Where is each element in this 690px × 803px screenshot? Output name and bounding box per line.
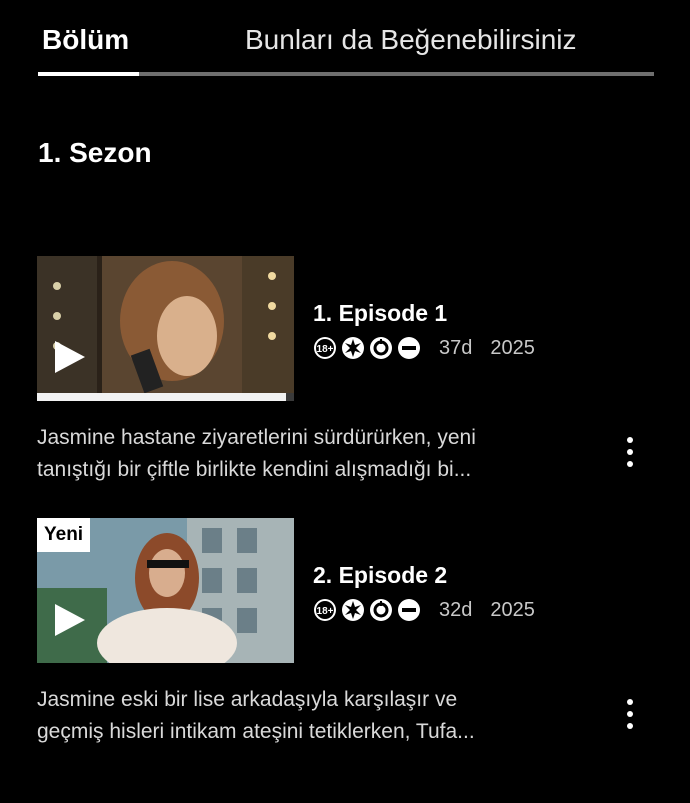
watch-progress-bar [37, 393, 294, 401]
age-rating-label: 18+ [317, 606, 334, 617]
play-icon[interactable] [51, 339, 87, 375]
age-18-icon: 18+ [314, 337, 336, 359]
dot [627, 449, 633, 455]
violence-icon [342, 599, 364, 621]
dot [627, 437, 633, 443]
synopsis-line: geçmiş hisleri intikam ateşini tetiklerk… [37, 720, 475, 743]
tab-recommendations[interactable]: Bunları da Beğenebilirsiniz [245, 22, 577, 58]
episode-year: 2025 [490, 598, 535, 621]
more-options-button[interactable] [612, 692, 648, 736]
synopsis-line: Jasmine hastane ziyaretlerini sürdürürke… [37, 426, 476, 449]
tab-episodes[interactable]: Bölüm [42, 22, 129, 58]
synopsis-line: tanıştığı bir çiftle birlikte kendini al… [37, 458, 472, 481]
tab-active-indicator [38, 72, 139, 76]
synopsis-line: Jasmine eski bir lise arkadaşıyla karşıl… [37, 688, 458, 711]
episode-duration: 37d [439, 336, 473, 359]
episode-duration: 32d [439, 598, 473, 621]
age-18-icon: 18+ [314, 599, 336, 621]
episode-thumbnail[interactable] [37, 256, 294, 401]
dot [627, 711, 633, 717]
dot [627, 723, 633, 729]
dot [627, 699, 633, 705]
episode-synopsis: Jasmine hastane ziyaretlerini sürdürürke… [37, 422, 597, 486]
play-icon[interactable] [51, 602, 87, 638]
episode-synopsis: Jasmine eski bir lise arkadaşıyla karşıl… [37, 684, 597, 748]
watch-progress-fill [37, 393, 287, 401]
dot [627, 461, 633, 467]
drugs-icon [370, 599, 392, 621]
episode-thumbnail[interactable]: Yeni [37, 518, 294, 663]
age-rating-label: 18+ [317, 344, 334, 355]
episode-title[interactable]: 2. Episode 2 [313, 560, 447, 590]
tab-bar: Bölüm Bunları da Beğenebilirsiniz [0, 0, 690, 80]
restricted-icon [398, 599, 420, 621]
restricted-icon [398, 337, 420, 359]
thumbnail-image [37, 256, 294, 401]
episode-meta: 18+ 32d 2025 [313, 596, 535, 624]
new-badge: Yeni [37, 518, 91, 552]
more-options-button[interactable] [612, 430, 648, 474]
episode-title[interactable]: 1. Episode 1 [313, 298, 447, 328]
episode-year: 2025 [490, 336, 535, 359]
drugs-icon [370, 337, 392, 359]
episode-meta: 18+ 37d 2025 [313, 334, 535, 362]
season-title[interactable]: 1. Sezon [38, 135, 152, 171]
violence-icon [342, 337, 364, 359]
